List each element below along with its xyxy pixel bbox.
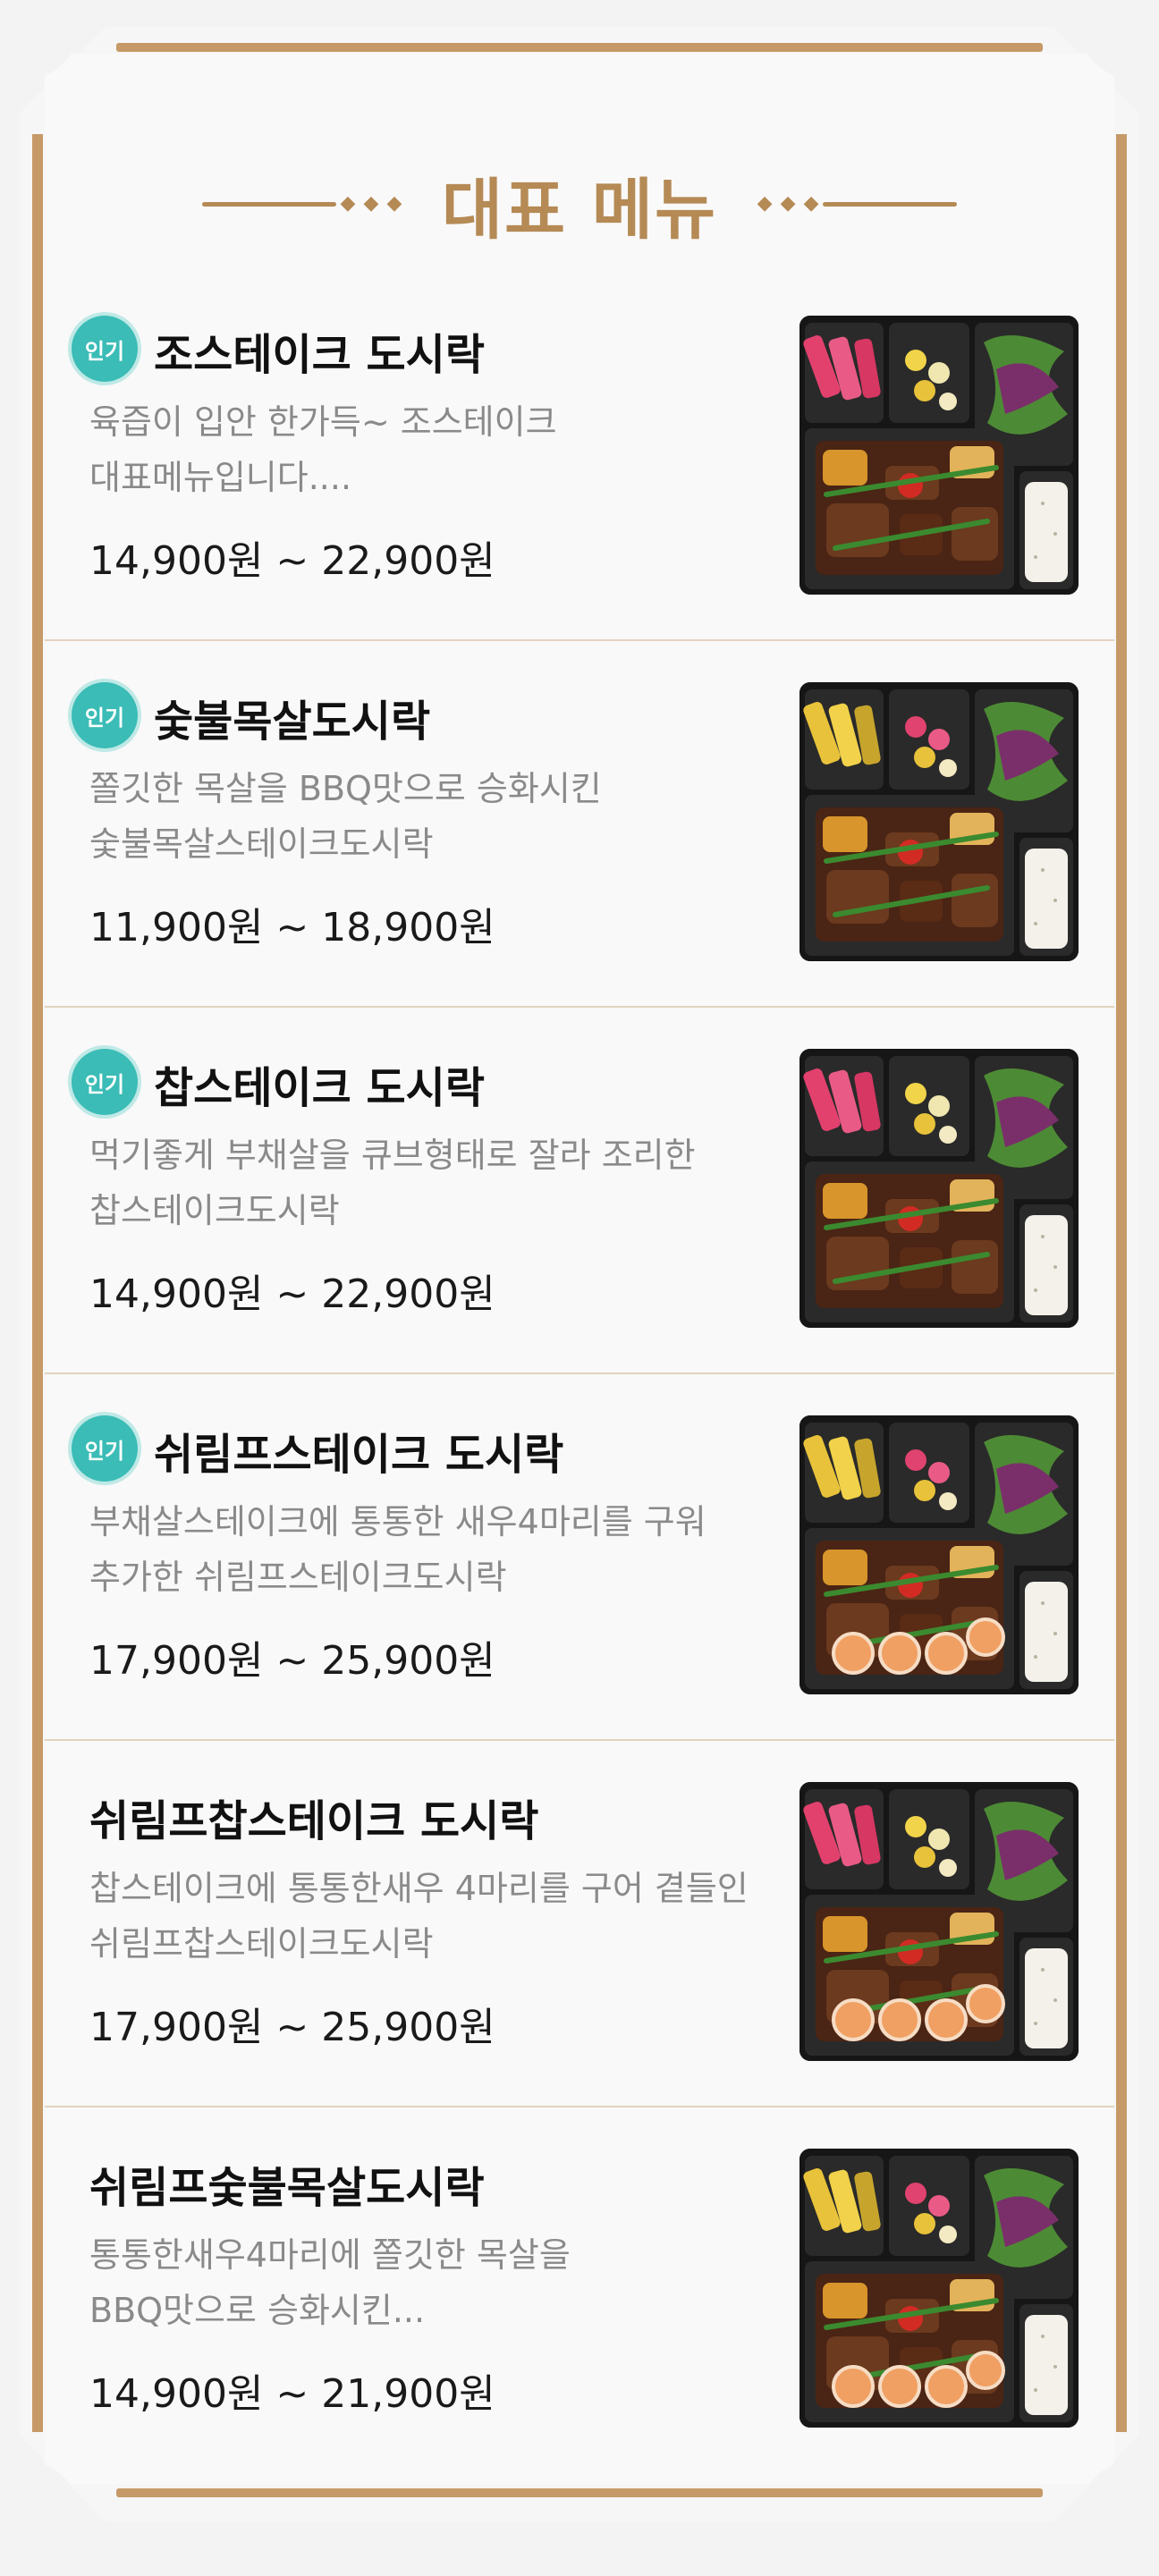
menu-item-name[interactable]: 숯불목살도시락 (154, 686, 430, 748)
popular-badge: 인기 (72, 316, 138, 382)
section-heading: ◆ ◆ ◆ 대표 메뉴 ◆ ◆ ◆ (0, 159, 1159, 249)
lunchbox-shrimp-pork-neck-image[interactable] (799, 2149, 1079, 2428)
gold-border-right (1116, 134, 1127, 2432)
menu-item-price: 11,900원 ~ 18,900원 (89, 905, 495, 950)
menu-item-name[interactable]: 쉬림프찹스테이크 도시락 (89, 1786, 538, 1848)
lunchbox-steak-image[interactable] (799, 316, 1079, 595)
description-line-2: 추가한 쉬림프스테이크도시락 (89, 1558, 507, 1597)
description-line-2: 쉬림프찹스테이크도시락 (89, 1924, 434, 1964)
popular-badge: 인기 (72, 682, 138, 748)
description-line-2: 찹스테이크도시락 (89, 1191, 340, 1230)
menu-item[interactable]: 인기 쉬림프스테이크 도시락부채살스테이크에 통통한 새우4마리를 구워추가한 쉬… (45, 1372, 1114, 1741)
menu-item-price: 14,900원 ~ 21,900원 (89, 2371, 495, 2417)
lunchbox-chop-steak-image[interactable] (799, 1049, 1079, 1328)
description-line-1: 먹기좋게 부채살을 큐브형태로 잘라 조리한 (89, 1136, 696, 1175)
menu-item-name[interactable]: 조스테이크 도시락 (154, 319, 485, 382)
description-line-1: 부채살스테이크에 통통한 새우4마리를 구워 (89, 1502, 706, 1541)
section-title: 대표 메뉴 (441, 171, 718, 249)
menu-item[interactable]: 인기 숯불목살도시락쫄깃한 목살을 BBQ맛으로 승화시킨숯불목살스테이크도시락 1… (45, 639, 1114, 1008)
menu-card: ◆ ◆ ◆ 대표 메뉴 ◆ ◆ ◆ 인기 조스테이크 도시락육즙이 입안 한가득~ 조스테… (0, 0, 1159, 2576)
lunchbox-pork-neck-image[interactable] (799, 682, 1079, 961)
lunchbox-shrimp-steak-image[interactable] (799, 1415, 1079, 1694)
menu-item-description: 찹스테이크에 통통한새우 4마리를 구어 곁들인쉬림프찹스테이크도시락 (89, 1861, 823, 1972)
description-line-1: 육즙이 입안 한가득~ 조스테이크 (89, 402, 557, 442)
description-line-2: 대표메뉴입니다.... (89, 458, 352, 497)
menu-item[interactable]: 인기 찹스테이크 도시락먹기좋게 부채살을 큐브형태로 잘라 조리한찹스테이크도시… (45, 1006, 1114, 1374)
menu-item[interactable]: 쉬림프숯불목살도시락통통한새우4마리에 쫄깃한 목살을 BBQ맛으로 승화시킨..… (45, 2106, 1114, 2468)
gold-border-top (116, 43, 1043, 52)
popular-badge: 인기 (72, 1049, 138, 1115)
description-line-2: 숯불목살스테이크도시락 (89, 824, 434, 864)
menu-item-description: 통통한새우4마리에 쫄깃한 목살을 BBQ맛으로 승화시킨... (89, 2227, 823, 2338)
menu-item[interactable]: 인기 조스테이크 도시락육즙이 입안 한가득~ 조스테이크대표메뉴입니다.... 1… (45, 273, 1114, 641)
description-line-1: 찹스테이크에 통통한새우 4마리를 구어 곁들인 (89, 1869, 749, 1908)
ornament-right-icon: ◆ ◆ ◆ (753, 194, 958, 214)
description-line-1: 통통한새우4마리에 쫄깃한 목살을 (89, 2235, 571, 2275)
menu-item-price: 14,900원 ~ 22,900원 (89, 1271, 495, 1317)
description-line-1: 쫄깃한 목살을 BBQ맛으로 승화시킨 (89, 769, 602, 808)
menu-item[interactable]: 쉬림프찹스테이크 도시락찹스테이크에 통통한새우 4마리를 구어 곁들인쉬림프찹… (45, 1739, 1114, 2107)
menu-item-name[interactable]: 찹스테이크 도시락 (154, 1052, 485, 1115)
menu-item-price: 14,900원 ~ 22,900원 (89, 538, 495, 584)
gold-border-bottom (116, 2488, 1043, 2497)
menu-item-price: 17,900원 ~ 25,900원 (89, 1638, 495, 1684)
menu-item-description: 먹기좋게 부채살을 큐브형태로 잘라 조리한찹스테이크도시락 (89, 1128, 823, 1238)
menu-item-name[interactable]: 쉬림프숯불목살도시락 (89, 2152, 485, 2215)
menu-item-name[interactable]: 쉬림프스테이크 도시락 (154, 1419, 563, 1482)
menu-item-description: 육즙이 입안 한가득~ 조스테이크대표메뉴입니다.... (89, 394, 823, 505)
description-line-2: BBQ맛으로 승화시킨... (89, 2291, 426, 2330)
menu-item-description: 부채살스테이크에 통통한 새우4마리를 구워추가한 쉬림프스테이크도시락 (89, 1494, 823, 1605)
menu-item-description: 쫄깃한 목살을 BBQ맛으로 승화시킨숯불목살스테이크도시락 (89, 761, 823, 872)
ornament-left-icon: ◆ ◆ ◆ (201, 194, 406, 214)
menu-item-price: 17,900원 ~ 25,900원 (89, 2005, 495, 2050)
lunchbox-shrimp-chop-steak-image[interactable] (799, 1782, 1079, 2061)
popular-badge: 인기 (72, 1415, 138, 1482)
gold-border-left (32, 134, 43, 2432)
